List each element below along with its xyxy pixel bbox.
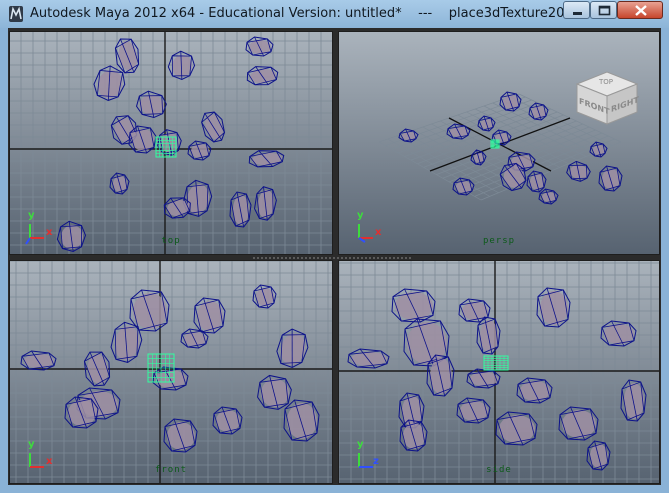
top-view-canvas[interactable] (10, 32, 333, 255)
viewport-persp[interactable]: TOP FRONT RIGHT y x persp (338, 31, 660, 255)
close-icon (635, 5, 647, 16)
rock-mesh[interactable] (128, 125, 157, 154)
maximize-icon (598, 5, 611, 16)
viewport-side[interactable]: y z side (338, 260, 660, 484)
maya-window: Autodesk Maya 2012 x64 - Educational Ver… (0, 0, 669, 493)
rock-mesh[interactable] (476, 316, 501, 355)
viewcube-top-label[interactable]: TOP (599, 78, 613, 86)
axis-y-label: y (357, 439, 364, 450)
maximize-button[interactable] (590, 1, 617, 19)
window-title: Autodesk Maya 2012 x64 - Educational Ver… (30, 6, 565, 21)
viewport-label: persp (482, 236, 516, 246)
rock-mesh[interactable] (193, 297, 226, 334)
rock-mesh[interactable] (163, 418, 198, 453)
rock-mesh[interactable] (252, 284, 277, 309)
rock-mesh[interactable] (516, 377, 553, 404)
axis-y-label: y (28, 439, 35, 450)
rock-mesh[interactable] (620, 379, 647, 422)
selected-texture-placement[interactable] (483, 355, 509, 371)
viewport-front[interactable]: y x front (9, 260, 333, 484)
selected-texture-placement[interactable] (490, 139, 500, 149)
viewcube[interactable]: TOP FRONT RIGHT (571, 56, 643, 126)
axis-y-label: y (28, 210, 35, 221)
front-view-canvas[interactable] (10, 261, 333, 484)
rock-mesh[interactable] (598, 165, 623, 192)
viewport-panel-area: y x top TOP FRONT RIGHT y x persp y x fr… (8, 28, 661, 485)
axis-y-label: y (357, 210, 364, 221)
rock-mesh[interactable] (229, 191, 252, 228)
rock-mesh[interactable] (152, 366, 189, 391)
viewport-top[interactable]: y x top (9, 31, 333, 255)
side-view-canvas[interactable] (339, 261, 660, 484)
rock-mesh[interactable] (212, 406, 243, 435)
rock-mesh[interactable] (456, 397, 491, 424)
close-button[interactable] (617, 1, 663, 19)
viewport-label: top (161, 236, 181, 246)
rock-mesh[interactable] (398, 392, 425, 429)
rock-mesh[interactable] (458, 298, 491, 323)
pane-divider-handle[interactable] (253, 257, 413, 259)
rock-mesh[interactable] (64, 396, 99, 429)
rock-mesh[interactable] (399, 419, 428, 452)
viewport-label: front (154, 465, 188, 475)
viewport-label: side (486, 465, 512, 475)
maya-app-icon (8, 5, 24, 23)
minimize-button[interactable] (563, 1, 590, 19)
minimize-icon (573, 12, 582, 15)
title-bar[interactable]: Autodesk Maya 2012 x64 - Educational Ver… (0, 0, 669, 28)
rock-mesh[interactable] (600, 320, 637, 347)
